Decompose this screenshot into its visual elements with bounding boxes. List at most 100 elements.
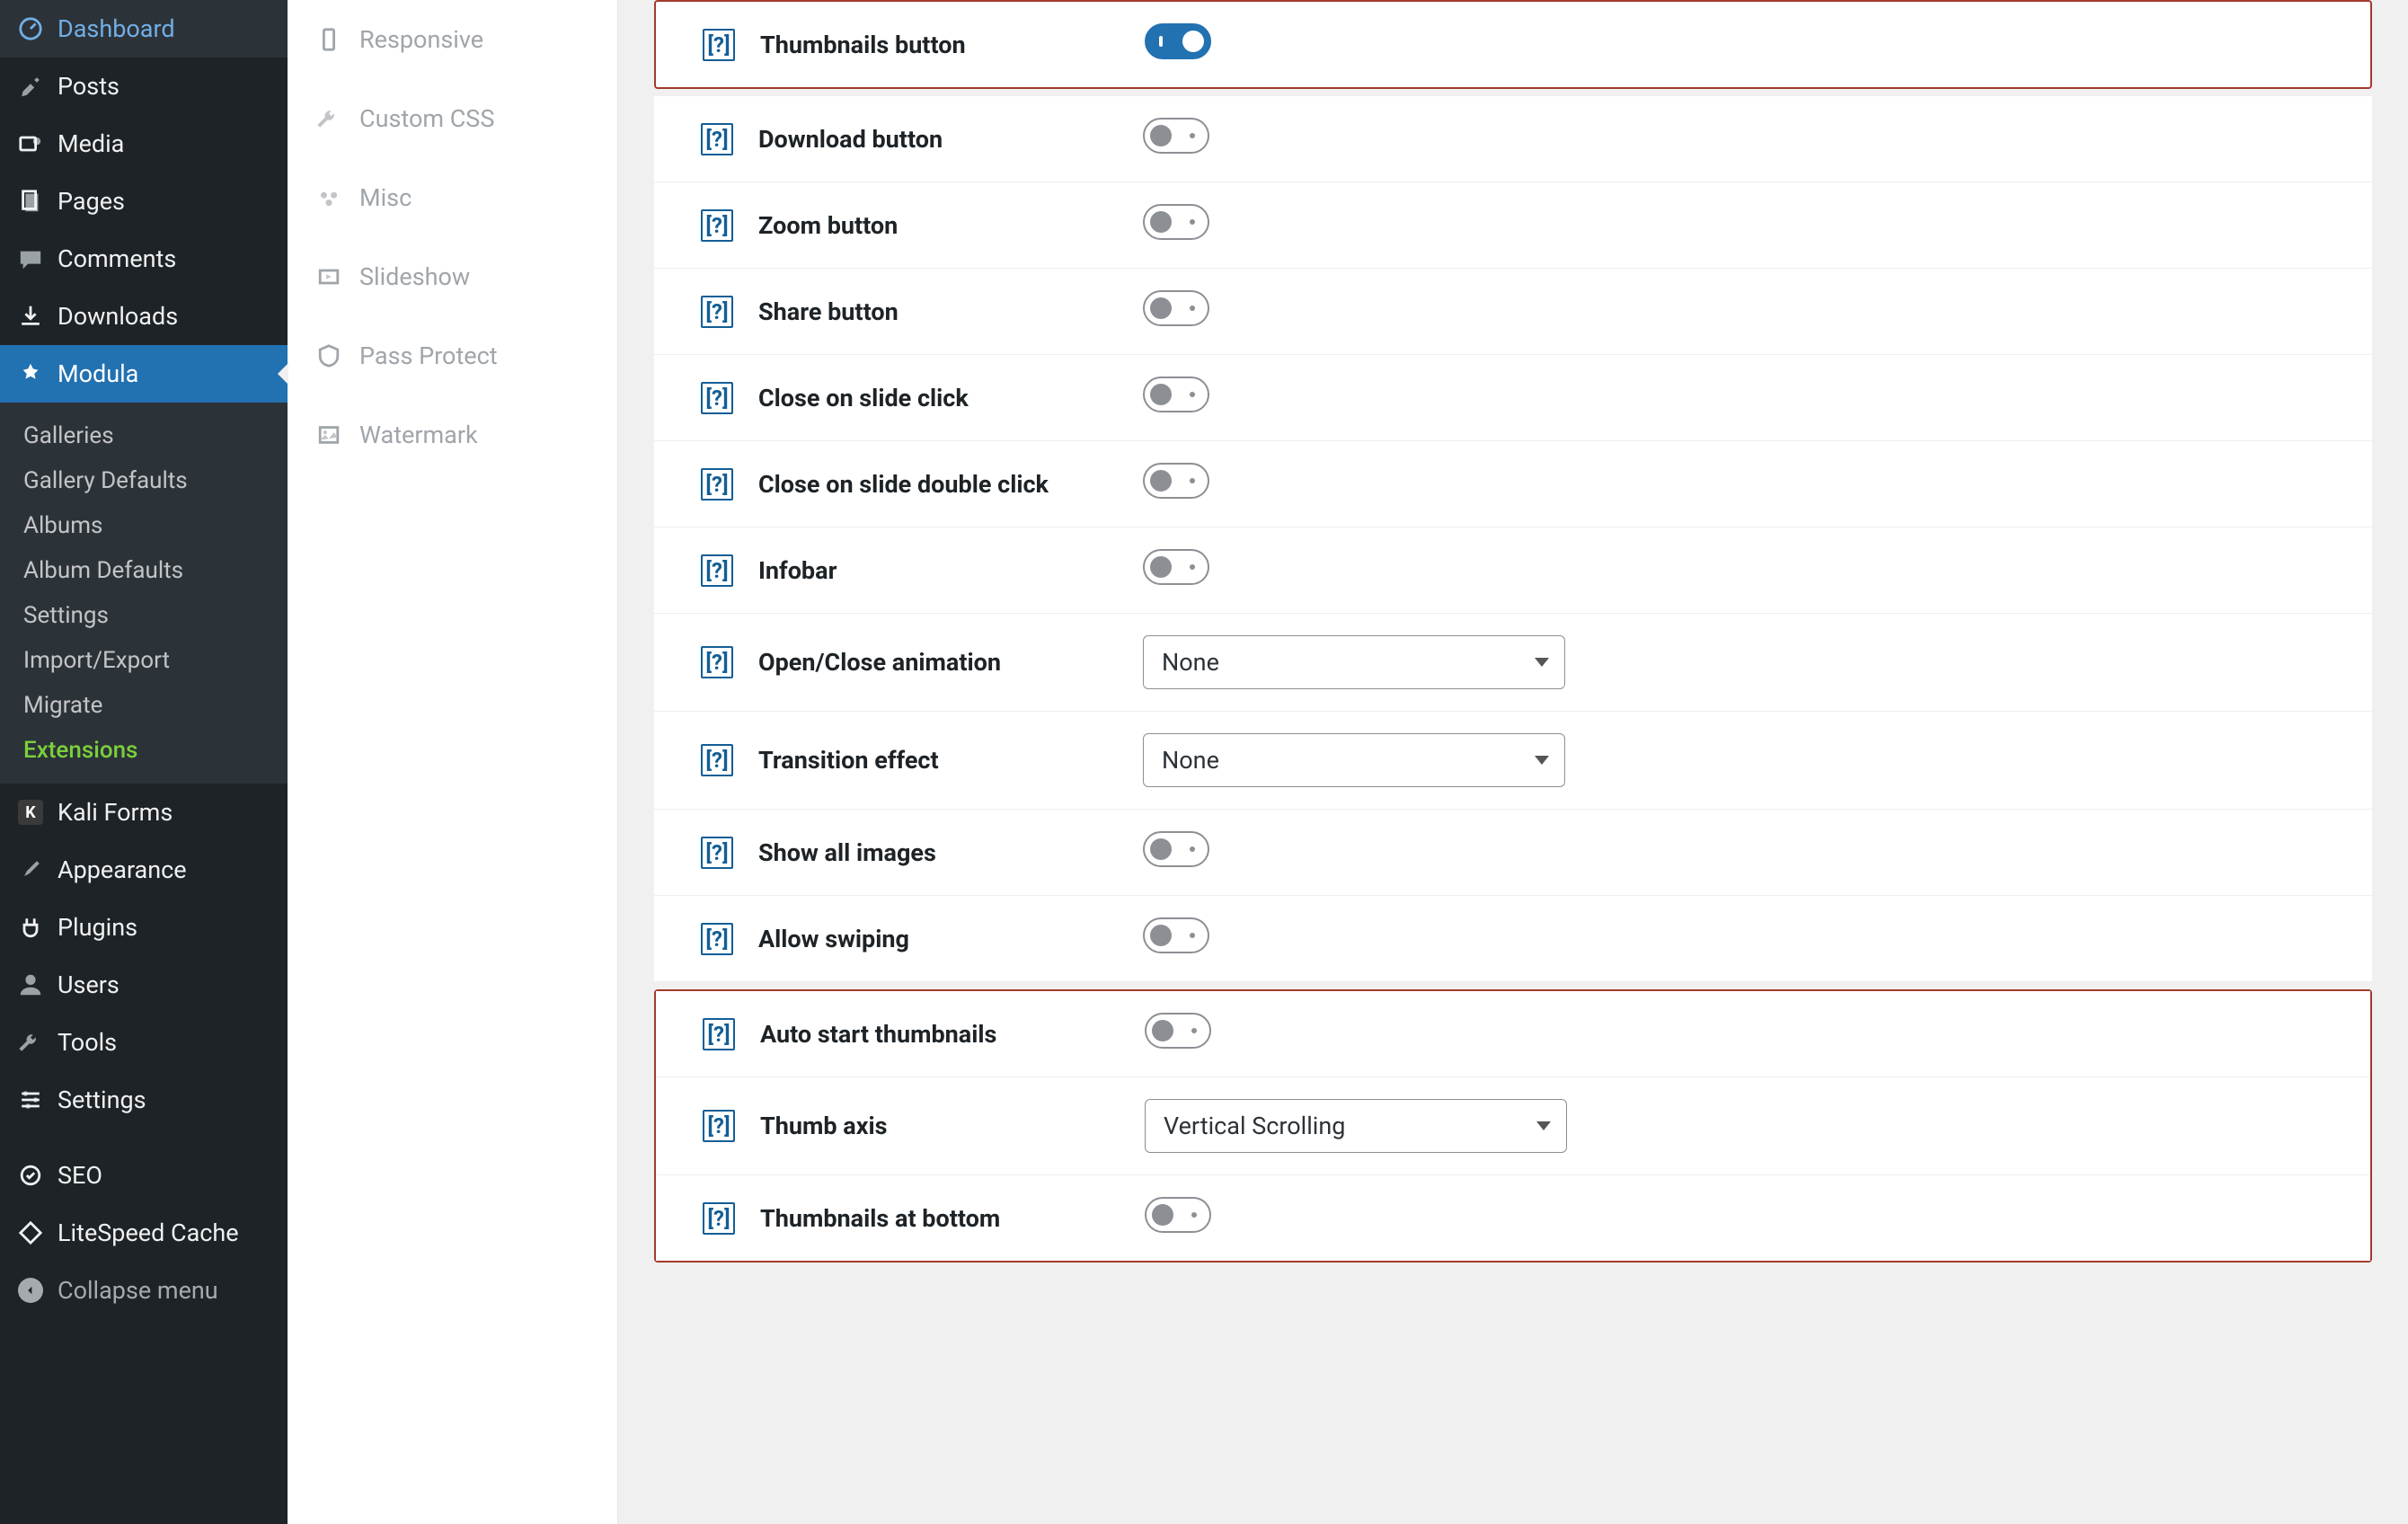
help-icon[interactable]: [?]	[701, 382, 733, 414]
row-label: Show all images	[758, 838, 1118, 867]
row-auto-start-thumbnails: [?] Auto start thumbnails	[656, 991, 2370, 1077]
row-label: Thumb axis	[760, 1112, 1120, 1140]
diamond-icon	[18, 1220, 43, 1245]
menu-seo[interactable]: SEO	[0, 1147, 288, 1204]
menu-label: Users	[58, 970, 120, 999]
comment-icon	[18, 246, 43, 271]
menu-label: LiteSpeed Cache	[58, 1218, 239, 1247]
toggle-auto-start-thumbnails[interactable]	[1145, 1013, 1211, 1049]
select-open-close-animation[interactable]: None	[1143, 635, 1565, 689]
help-icon[interactable]: [?]	[703, 1018, 735, 1050]
row-show-all-images: [?] Show all images	[654, 810, 2372, 896]
menu-posts[interactable]: Posts	[0, 58, 288, 115]
menu-plugins[interactable]: Plugins	[0, 899, 288, 956]
k-icon: K	[18, 800, 43, 825]
row-allow-swiping: [?] Allow swiping	[654, 896, 2372, 982]
tab-custom-css[interactable]: Custom CSS	[288, 79, 617, 158]
help-icon[interactable]: [?]	[703, 29, 735, 61]
menu-modula[interactable]: Modula	[0, 345, 288, 403]
menu-label: Modula	[58, 359, 138, 388]
submenu-import-export[interactable]: Import/Export	[0, 638, 288, 683]
help-icon[interactable]: [?]	[701, 209, 733, 242]
menu-label: Media	[58, 129, 124, 158]
menu-litespeed[interactable]: LiteSpeed Cache	[0, 1204, 288, 1262]
media-icon	[18, 131, 43, 156]
collapse-menu[interactable]: Collapse menu	[0, 1262, 288, 1319]
toggle-zoom-button[interactable]	[1143, 204, 1209, 240]
menu-settings[interactable]: Settings	[0, 1071, 288, 1129]
submenu-migrate[interactable]: Migrate	[0, 683, 288, 728]
user-icon	[18, 972, 43, 997]
menu-dashboard[interactable]: Dashboard	[0, 0, 288, 58]
help-icon[interactable]: [?]	[701, 646, 733, 678]
row-label: Share button	[758, 297, 1118, 326]
row-thumb-axis: [?] Thumb axis Vertical Scrolling	[656, 1077, 2370, 1175]
toggle-share-button[interactable]	[1143, 290, 1209, 326]
tab-misc[interactable]: Misc	[288, 158, 617, 237]
modula-submenu: Galleries Gallery Defaults Albums Album …	[0, 403, 288, 784]
toggle-download-button[interactable]	[1143, 118, 1209, 154]
row-open-close-animation: [?] Open/Close animation None	[654, 614, 2372, 712]
toggle-show-all-images[interactable]	[1143, 831, 1209, 867]
menu-pages[interactable]: Pages	[0, 173, 288, 230]
menu-comments[interactable]: Comments	[0, 230, 288, 288]
sliders-icon	[18, 1087, 43, 1112]
wrench-icon	[316, 106, 341, 131]
menu-downloads[interactable]: Downloads	[0, 288, 288, 345]
help-icon[interactable]: [?]	[703, 1110, 735, 1142]
tab-responsive[interactable]: Responsive	[288, 0, 617, 79]
submenu-extensions[interactable]: Extensions	[0, 728, 288, 773]
row-label: Open/Close animation	[758, 648, 1118, 677]
help-icon[interactable]: [?]	[701, 468, 733, 501]
slideshow-icon	[316, 264, 341, 289]
submenu-album-defaults[interactable]: Album Defaults	[0, 548, 288, 593]
dashboard-icon	[18, 16, 43, 41]
menu-label: Posts	[58, 72, 120, 101]
shield-icon	[316, 343, 341, 368]
seo-icon	[18, 1163, 43, 1188]
plug-icon	[18, 915, 43, 940]
menu-label: Settings	[58, 1085, 146, 1114]
help-icon[interactable]: [?]	[701, 837, 733, 869]
row-label: Allow swiping	[758, 925, 1118, 953]
help-icon[interactable]: [?]	[701, 744, 733, 776]
row-zoom-button: [?] Zoom button	[654, 182, 2372, 269]
menu-appearance[interactable]: Appearance	[0, 841, 288, 899]
menu-users[interactable]: Users	[0, 956, 288, 1014]
row-label: Auto start thumbnails	[760, 1020, 1120, 1049]
tab-label: Misc	[359, 183, 412, 212]
toggle-close-slide-click[interactable]	[1143, 377, 1209, 412]
toggle-infobar[interactable]	[1143, 549, 1209, 585]
submenu-gallery-defaults[interactable]: Gallery Defaults	[0, 458, 288, 503]
toggle-allow-swiping[interactable]	[1143, 917, 1209, 953]
menu-kali-forms[interactable]: K Kali Forms	[0, 784, 288, 841]
tab-watermark[interactable]: Watermark	[288, 395, 617, 474]
menu-media[interactable]: Media	[0, 115, 288, 173]
help-icon[interactable]: [?]	[701, 123, 733, 155]
row-label: Thumbnails at bottom	[760, 1204, 1120, 1233]
gear-star-icon	[18, 361, 43, 386]
submenu-galleries[interactable]: Galleries	[0, 413, 288, 458]
help-icon[interactable]: [?]	[703, 1202, 735, 1235]
select-transition-effect[interactable]: None	[1143, 733, 1565, 787]
tab-label: Responsive	[359, 25, 483, 54]
pin-icon	[18, 74, 43, 99]
tab-slideshow[interactable]: Slideshow	[288, 237, 617, 316]
select-thumb-axis[interactable]: Vertical Scrolling	[1145, 1099, 1567, 1153]
row-label: Zoom button	[758, 211, 1118, 240]
submenu-settings[interactable]: Settings	[0, 593, 288, 638]
help-icon[interactable]: [?]	[701, 554, 733, 587]
toggle-close-slide-dblclick[interactable]	[1143, 463, 1209, 499]
help-icon[interactable]: [?]	[701, 923, 733, 955]
tab-pass-protect[interactable]: Pass Protect	[288, 316, 617, 395]
help-icon[interactable]: [?]	[701, 296, 733, 328]
menu-tools[interactable]: Tools	[0, 1014, 288, 1071]
menu-label: Dashboard	[58, 14, 175, 43]
row-label: Download button	[758, 125, 1118, 154]
submenu-albums[interactable]: Albums	[0, 503, 288, 548]
menu-label: Appearance	[58, 855, 187, 884]
toggle-thumbnails-at-bottom[interactable]	[1145, 1197, 1211, 1233]
row-transition-effect: [?] Transition effect None	[654, 712, 2372, 810]
menu-label: SEO	[58, 1161, 102, 1190]
toggle-thumbnails-button[interactable]	[1145, 23, 1211, 59]
